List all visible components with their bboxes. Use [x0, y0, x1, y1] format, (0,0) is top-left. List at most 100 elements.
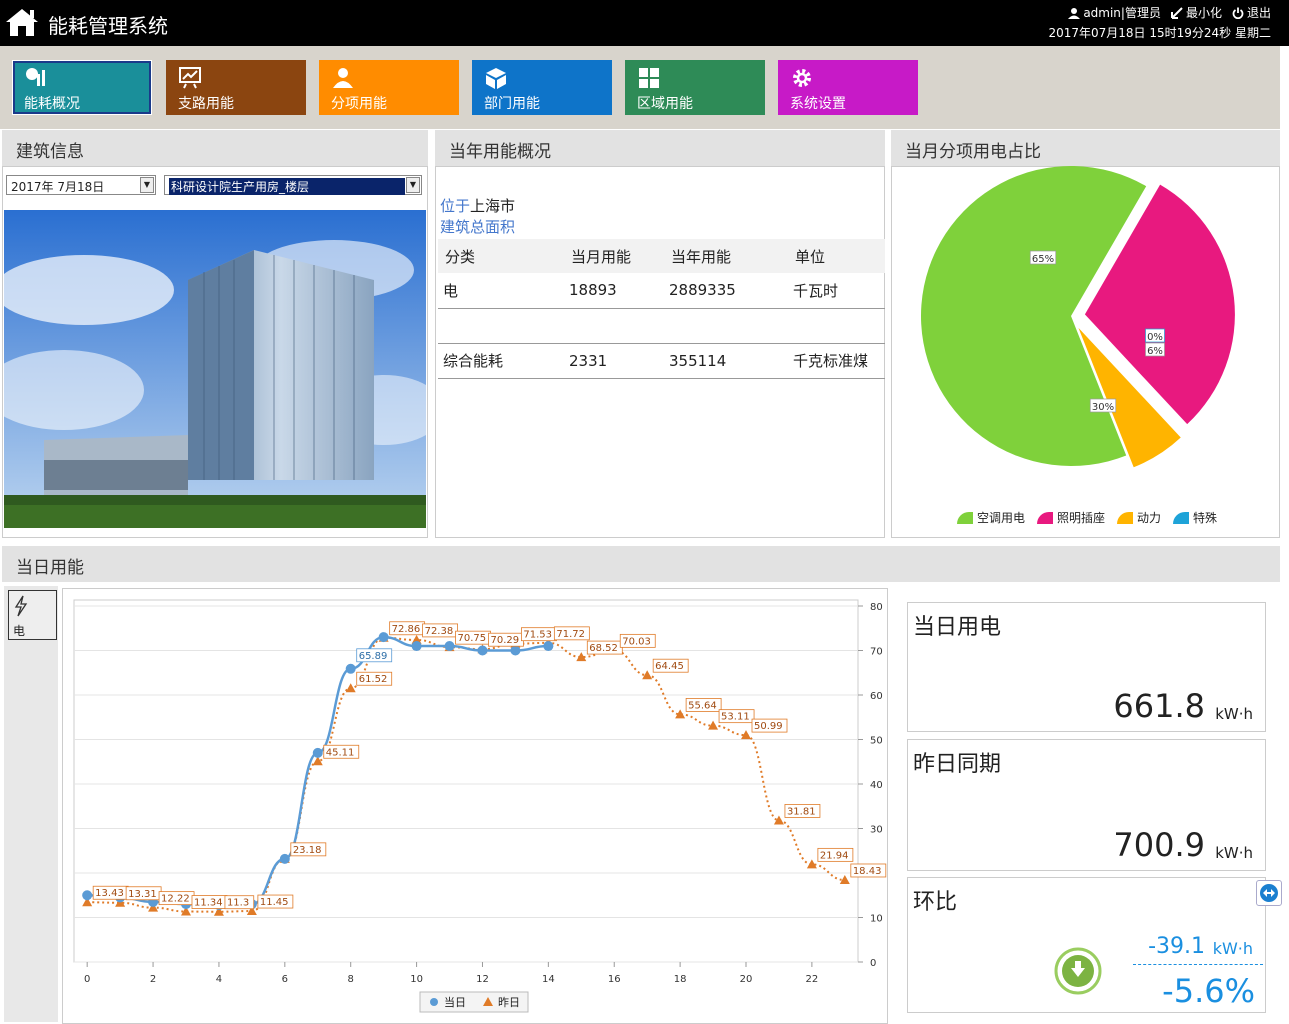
nav-button-6[interactable]: 系统设置	[778, 60, 918, 115]
legend-swatch	[1173, 511, 1190, 524]
pie-slice-label: 0%	[1145, 328, 1165, 343]
data-label: 64.45	[652, 658, 689, 673]
data-label: 72.38	[422, 623, 458, 638]
table-cell	[438, 308, 564, 344]
home-icon[interactable]	[4, 6, 40, 38]
pie-legend-item[interactable]: 照明插座	[1037, 509, 1105, 526]
svg-text:11.45: 11.45	[260, 897, 289, 908]
pie-legend-item[interactable]: 动力	[1117, 509, 1161, 526]
svg-text:45.11: 45.11	[326, 747, 355, 758]
table-cell: 千瓦时	[788, 273, 885, 309]
electricity-tab-label: 电	[13, 624, 26, 638]
chevron-down-icon[interactable]: ▼	[140, 177, 154, 193]
data-point-today[interactable]	[510, 645, 521, 656]
svg-text:53.11: 53.11	[721, 712, 750, 723]
table-cell: 电	[438, 273, 564, 309]
datetime: 2017年07月18日 15时19分24秒 星期二	[1048, 26, 1271, 40]
svg-text:昨日: 昨日	[498, 996, 520, 1009]
pie-legend-item[interactable]: 特殊	[1173, 509, 1217, 526]
nav-button-1[interactable]: 能耗概况	[12, 60, 152, 115]
y-tick-label: 60	[870, 691, 883, 702]
svg-text:11.34: 11.34	[194, 898, 223, 909]
table-cell: 18893	[564, 273, 664, 309]
yesterday-usage-unit: kW·h	[1215, 844, 1253, 862]
area-label: 建筑总面积	[440, 218, 516, 236]
building-info-lines: 位于上海市 建筑总面积	[440, 196, 515, 238]
x-tick-label: 4	[216, 974, 222, 985]
svg-text:72.86: 72.86	[392, 624, 421, 635]
data-point-today[interactable]	[477, 645, 488, 656]
data-point-today[interactable]	[312, 747, 323, 758]
x-tick-label: 16	[608, 974, 621, 985]
expand-toggle[interactable]	[1256, 880, 1282, 906]
svg-text:30%: 30%	[1092, 402, 1114, 413]
today-usage-label: 当日用电	[913, 615, 1002, 640]
pie-legend-item[interactable]: 空调用电	[957, 509, 1025, 526]
ratio-value: -5.6%	[1162, 972, 1255, 1010]
minimize-button[interactable]: 最小化	[1170, 4, 1222, 21]
date-select[interactable]: 2017年 7月18日 ▼	[6, 175, 156, 195]
data-label: 53.11	[718, 709, 755, 724]
divider	[1133, 964, 1263, 965]
data-point-today[interactable]	[279, 853, 290, 864]
data-label: 11.45	[257, 894, 294, 909]
data-label: 70.03	[619, 633, 656, 648]
svg-text:65%: 65%	[1032, 254, 1054, 265]
y-tick-label: 70	[870, 647, 883, 658]
svg-text:31.81: 31.81	[787, 806, 816, 817]
electricity-tab[interactable]: 电	[8, 590, 57, 640]
x-tick-label: 14	[542, 974, 555, 985]
pie-legend: 空调用电 照明插座 动力 特殊	[957, 509, 1217, 526]
minimize-label: 最小化	[1185, 6, 1222, 20]
today-usage-value: 661.8	[1113, 687, 1205, 725]
svg-text:当日: 当日	[444, 995, 466, 1009]
y-tick-label: 10	[870, 914, 883, 925]
data-point-today[interactable]	[543, 641, 554, 652]
nav-button-4[interactable]: 部门用能	[472, 60, 612, 115]
table-row	[438, 308, 885, 344]
data-label: 55.64	[685, 698, 722, 712]
data-label: 70.75	[455, 630, 491, 645]
pie-slice-label: 6%	[1145, 342, 1165, 357]
svg-text:64.45: 64.45	[655, 661, 684, 672]
data-point-today[interactable]	[444, 641, 455, 652]
data-label: 68.52	[586, 640, 623, 655]
pie-chart: 65% 30% 6% 0%	[921, 166, 1235, 468]
building-photo	[4, 210, 426, 528]
nav-button-5[interactable]: 区域用能	[625, 60, 765, 115]
logout-button[interactable]: 退出	[1232, 4, 1271, 21]
table-cell: 综合能耗	[438, 343, 564, 379]
table-row: 电 18893 2889335 千瓦时	[438, 273, 885, 309]
data-label: 13.31	[125, 886, 162, 901]
data-point-today[interactable]	[378, 632, 389, 643]
data-label: 72.86	[389, 621, 426, 636]
legend-label: 动力	[1137, 511, 1162, 525]
nav-button-3[interactable]: 分项用能	[319, 60, 459, 115]
data-point-today[interactable]	[411, 641, 422, 652]
table-cell: 2889335	[664, 273, 788, 309]
table-cell: 355114	[664, 343, 788, 379]
building-select[interactable]: 科研设计院生产用房_楼层 ▼	[164, 175, 422, 195]
location-label: 位于	[440, 197, 471, 215]
data-point-today[interactable]	[82, 890, 93, 901]
x-tick-label: 8	[348, 974, 354, 985]
chevron-down-icon[interactable]: ▼	[406, 177, 420, 193]
daily-side-bar	[4, 586, 58, 1022]
column-header: 当月用能	[564, 239, 664, 273]
lightning-icon	[14, 595, 28, 617]
table-row: 综合能耗 2331 355114 千克标准煤	[438, 343, 885, 379]
table-cell	[564, 308, 664, 344]
daily-line-chart: 01020304050607080024681012141618202213.4…	[73, 599, 887, 1013]
svg-text:71.53: 71.53	[523, 630, 552, 641]
nav-button-label: 分项用能	[331, 96, 387, 112]
today-usage-box: 当日用电 661.8 kW·h	[907, 602, 1266, 732]
data-point-today[interactable]	[345, 663, 356, 674]
user-icon	[333, 68, 353, 88]
svg-text:13.31: 13.31	[128, 889, 157, 900]
user-link[interactable]: admin|管理员	[1068, 4, 1161, 21]
svg-text:68.52: 68.52	[589, 643, 618, 654]
pie-slice-label: 30%	[1089, 398, 1117, 413]
minimize-icon	[1170, 6, 1183, 19]
data-label: 21.94	[817, 847, 854, 862]
nav-button-2[interactable]: 支路用能	[166, 60, 306, 115]
